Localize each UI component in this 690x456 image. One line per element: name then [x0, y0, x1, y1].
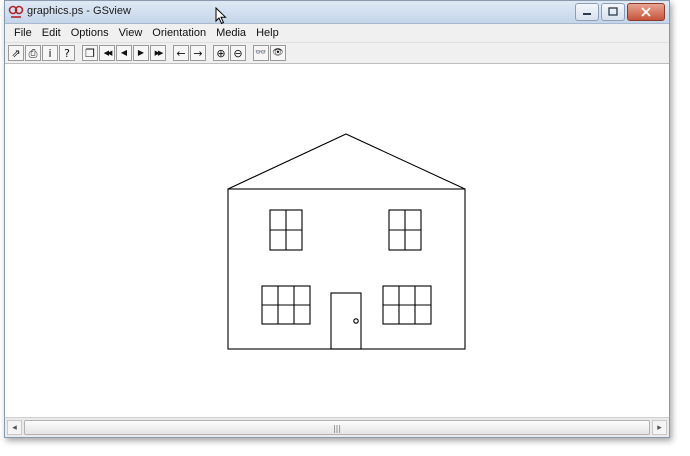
document-view[interactable]: [5, 64, 669, 417]
scroll-left-icon: ◂: [12, 422, 17, 433]
house-drawing: [227, 133, 466, 350]
zoom-out-icon: ⊖: [233, 46, 243, 60]
right-arrow-icon: →: [193, 46, 203, 60]
toolbar: ⇗ ⎙ i ? ❐ ◀◀ ◀ ▶ ▶▶ ← → ⊕ ⊖ 👓 👁: [5, 43, 669, 64]
scrollbar-grip: |||: [332, 424, 342, 433]
forward-button[interactable]: →: [190, 45, 206, 61]
window-upper-right: [388, 209, 422, 251]
info-icon: i: [48, 46, 52, 60]
open-button[interactable]: ⇗: [8, 45, 24, 61]
window-lower-right: [382, 285, 432, 325]
eyes-icon: 👓: [255, 47, 267, 58]
back-button[interactable]: ←: [173, 45, 189, 61]
horizontal-scrollbar[interactable]: ◂ ||| ▸: [5, 417, 669, 437]
door-knob: [353, 318, 359, 324]
left-triangle-icon: ◀: [120, 48, 128, 57]
printer-icon: ⎙: [28, 46, 38, 60]
info-button[interactable]: i: [42, 45, 58, 61]
window-upper-left: [269, 209, 303, 251]
mouse-cursor-icon: [215, 7, 227, 25]
scroll-right-icon: ▸: [657, 422, 662, 433]
scrollbar-thumb[interactable]: |||: [24, 420, 650, 435]
minimize-icon: [583, 13, 591, 15]
page-icon: ❐: [85, 46, 95, 60]
next-page-button[interactable]: ▶: [133, 45, 149, 61]
menu-edit[interactable]: Edit: [37, 24, 66, 42]
goto-page-button[interactable]: ❐: [82, 45, 98, 61]
gsview-logo-icon: [8, 5, 24, 18]
scroll-right-button[interactable]: ▸: [652, 420, 667, 435]
double-right-icon: ▶▶: [154, 48, 164, 57]
window-title: graphics.ps - GSview: [27, 5, 131, 17]
menu-help[interactable]: Help: [251, 24, 284, 42]
title-bar[interactable]: graphics.ps - GSview: [5, 1, 669, 24]
menu-bar: File Edit Options View Orientation Media…: [5, 24, 669, 43]
previous-page-button[interactable]: ◀: [116, 45, 132, 61]
menu-options[interactable]: Options: [66, 24, 114, 42]
minimize-button[interactable]: [575, 3, 599, 21]
first-page-button[interactable]: ◀◀: [99, 45, 115, 61]
house-door: [330, 292, 362, 350]
maximize-icon: [608, 7, 618, 16]
right-triangle-icon: ▶: [137, 48, 145, 57]
print-button[interactable]: ⎙: [25, 45, 41, 61]
gsview-window: graphics.ps - GSview File Edit Options V…: [4, 0, 670, 438]
menu-orientation[interactable]: Orientation: [147, 24, 211, 42]
menu-file[interactable]: File: [9, 24, 37, 42]
last-page-button[interactable]: ▶▶: [150, 45, 166, 61]
house-roof: [227, 133, 466, 190]
double-left-icon: ◀◀: [103, 48, 113, 57]
close-button[interactable]: [627, 3, 665, 21]
question-icon: ?: [64, 46, 70, 60]
zoom-in-button[interactable]: ⊕: [213, 45, 229, 61]
menu-view[interactable]: View: [114, 24, 148, 42]
menu-media[interactable]: Media: [211, 24, 251, 42]
window-controls: [575, 3, 665, 21]
scroll-left-button[interactable]: ◂: [7, 420, 22, 435]
close-icon: [641, 7, 651, 17]
window-lower-left: [261, 285, 311, 325]
zoom-out-button[interactable]: ⊖: [230, 45, 246, 61]
view-alt-button[interactable]: 👁: [270, 45, 286, 61]
zoom-in-icon: ⊕: [216, 46, 226, 60]
view-button[interactable]: 👓: [253, 45, 269, 61]
help-button[interactable]: ?: [59, 45, 75, 61]
eyes-alt-icon: 👁: [272, 47, 284, 58]
house-wall: [227, 188, 466, 350]
open-folder-icon: ⇗: [11, 46, 21, 60]
left-arrow-icon: ←: [176, 46, 186, 60]
maximize-button[interactable]: [601, 3, 625, 21]
